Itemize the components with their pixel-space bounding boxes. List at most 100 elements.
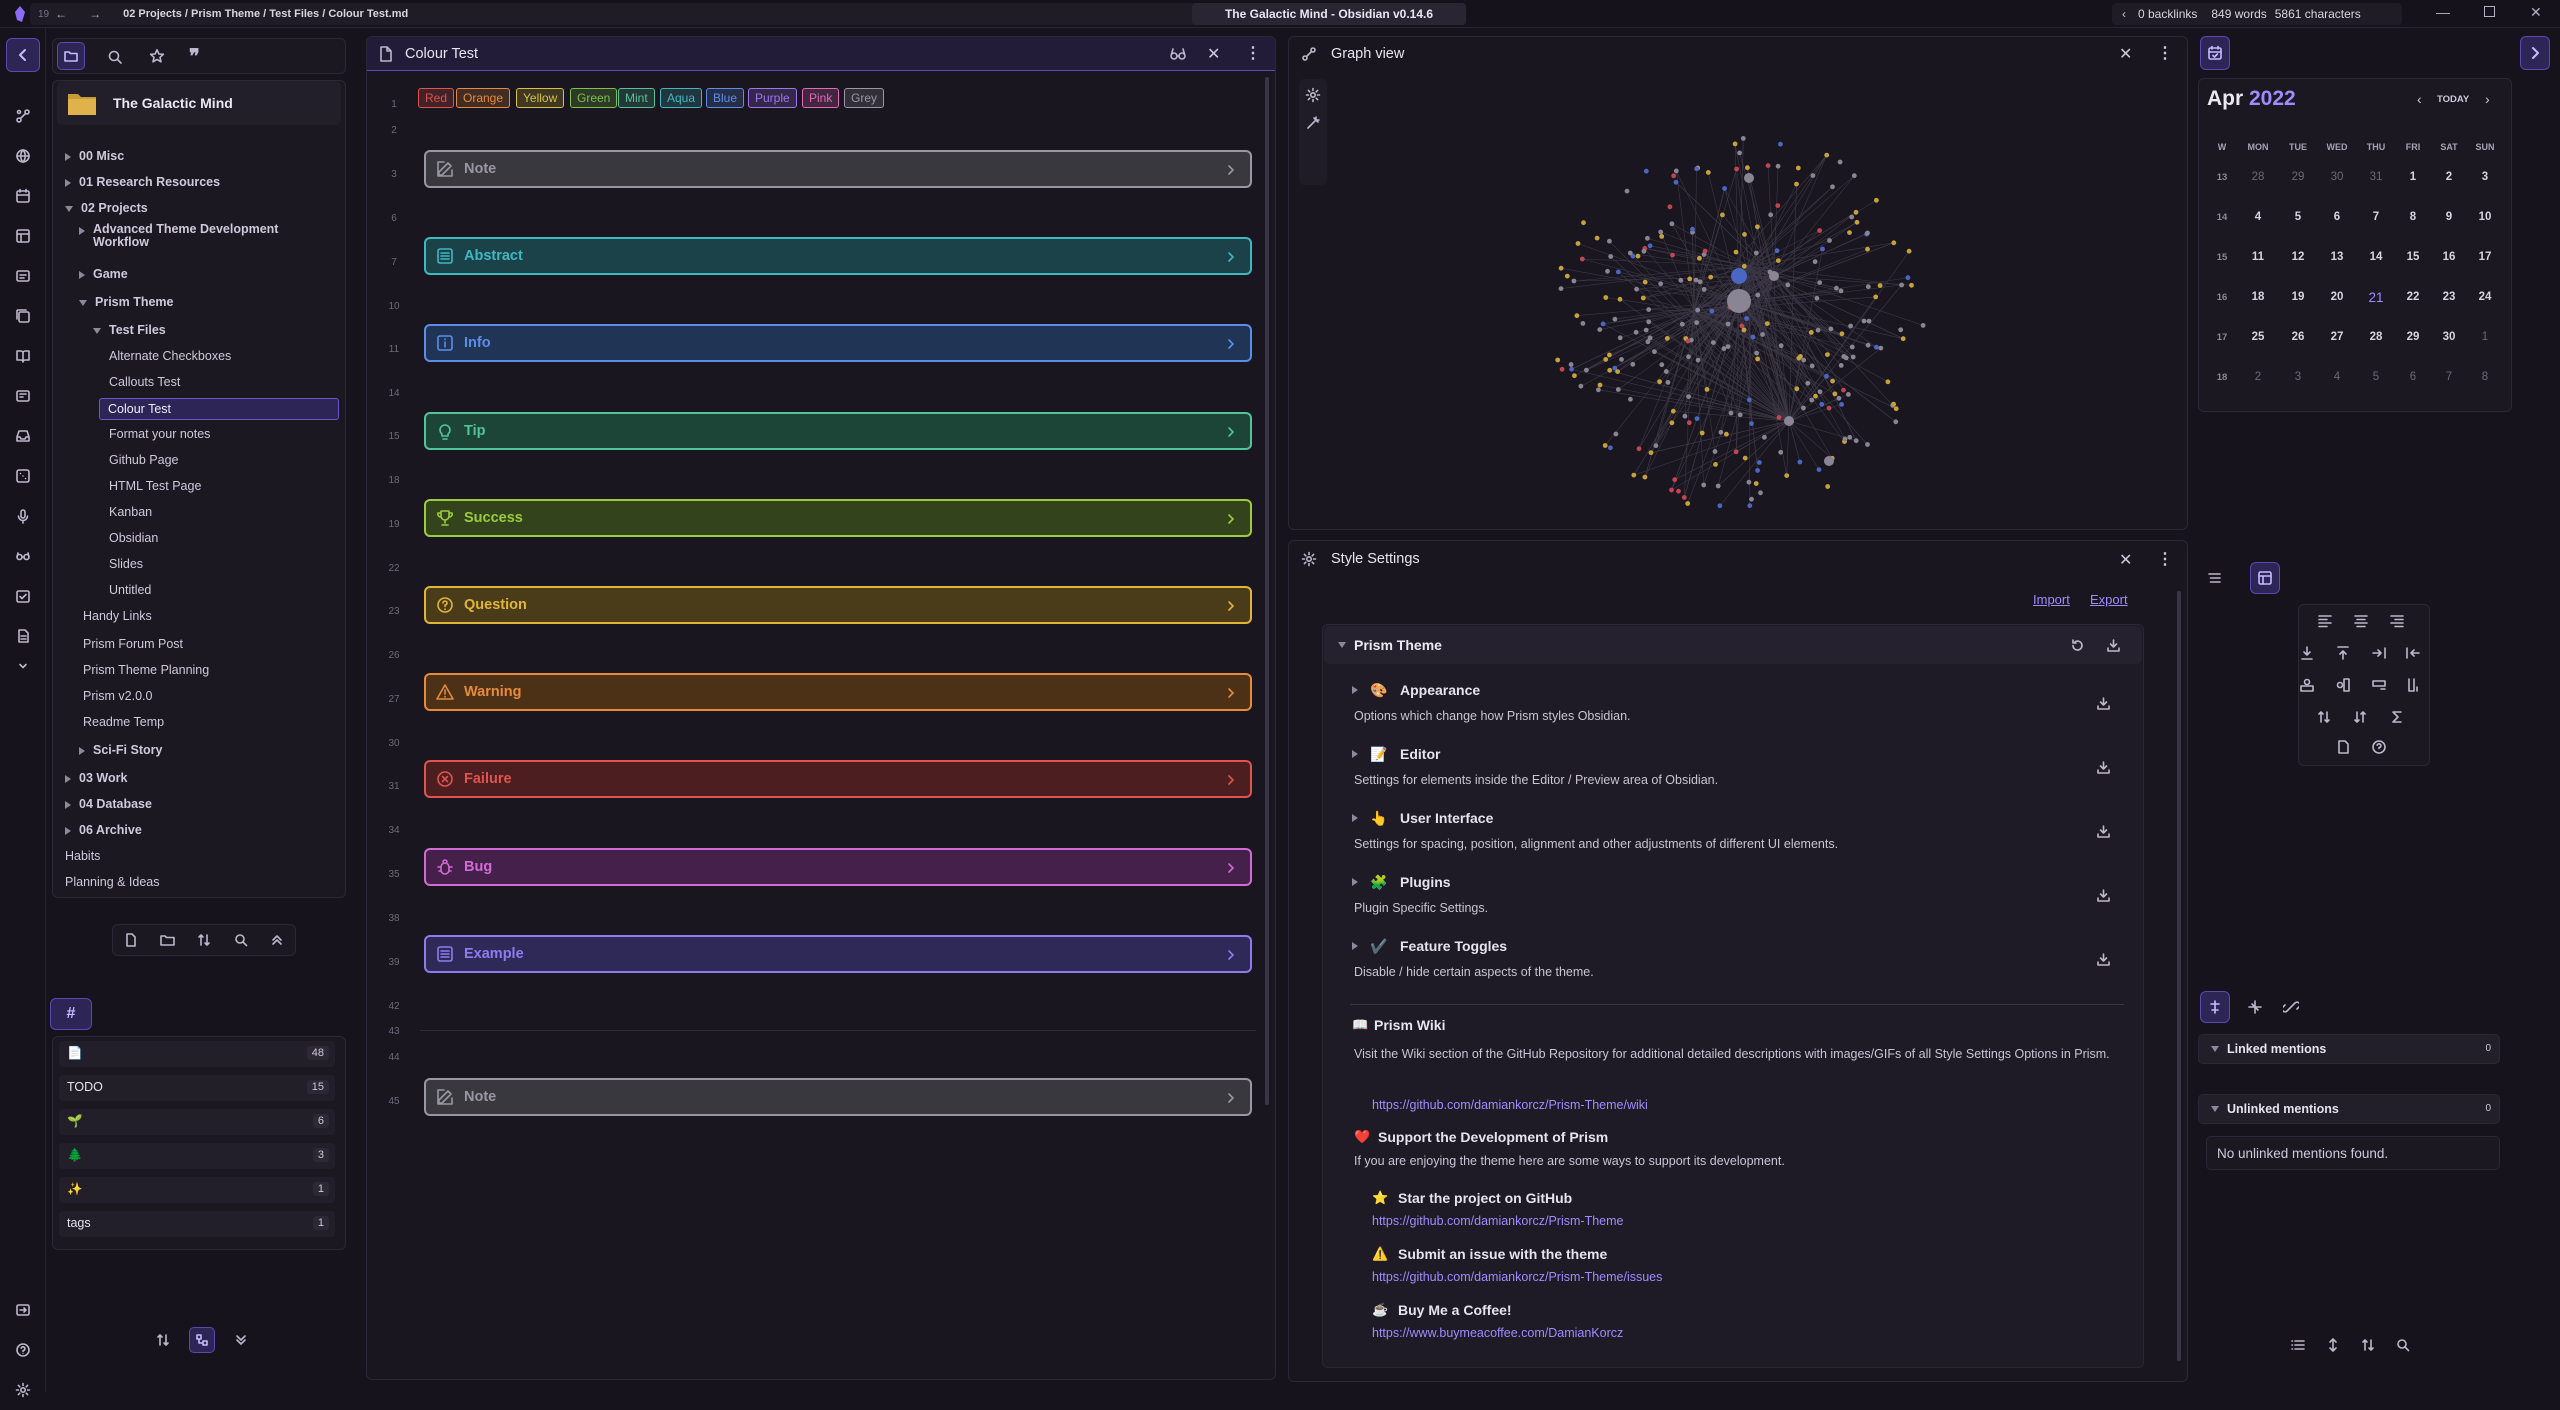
calendar-day[interactable]: 26 [2281,331,2315,343]
calendar-day[interactable]: 27 [2320,331,2354,343]
colour-tag[interactable]: Mint [618,88,655,108]
calendar-day[interactable]: 16 [2432,251,2466,263]
callout-note[interactable]: Note [424,150,1252,188]
minimize-button[interactable]: — [2436,4,2450,20]
download-icon[interactable] [2106,638,2121,653]
dice-icon[interactable] [0,456,46,496]
calendar-day[interactable]: 2 [2432,171,2466,183]
graph-settings-icon[interactable] [1305,87,1321,103]
editor-scrollbar[interactable] [1265,77,1269,1105]
reset-icon[interactable] [2070,638,2085,653]
settings-more-icon[interactable]: ⋮ [2157,549,2173,569]
file-item[interactable]: HTML Test Page [109,479,201,493]
outline-tab-icon[interactable] [2200,562,2230,594]
tag-row[interactable]: 📄48 [59,1041,335,1067]
file-item[interactable]: Handy Links [83,609,152,623]
calendar-day[interactable]: 21 [2359,290,2393,305]
file-item[interactable]: Github Page [109,453,179,467]
export-section-icon[interactable] [2096,952,2111,967]
folder-item[interactable]: Advanced Theme Development Workflow [79,223,313,249]
calendar-day[interactable]: 3 [2468,171,2502,183]
calendar-day[interactable]: 7 [2359,211,2393,223]
file-item[interactable]: Prism v2.0.0 [83,689,152,703]
support-item-link[interactable]: https://github.com/damiankorcz/Prism-The… [1372,1214,1623,1228]
callout-bug[interactable]: Bug [424,848,1252,886]
calendar-day[interactable]: 6 [2320,211,2354,223]
callout-info[interactable]: Info [424,324,1252,362]
calendar-day[interactable]: 11 [2241,251,2275,263]
tag-row[interactable]: 🌲3 [59,1143,335,1169]
calendar-day[interactable]: 3 [2281,371,2315,383]
copy-icon[interactable] [0,296,46,336]
calendar-day[interactable]: 29 [2281,171,2315,183]
calendar-day[interactable]: 13 [2320,251,2354,263]
forward-arrow-icon[interactable]: → [89,7,101,21]
file-item[interactable]: Planning & Ideas [65,875,160,889]
collapse-all-icon[interactable] [270,933,284,947]
calendar-day[interactable]: 29 [2396,331,2430,343]
file-item[interactable]: Colour Test [99,398,339,420]
insert-row-below-icon[interactable] [2299,645,2319,665]
folder-item[interactable]: 03 Work [65,771,127,785]
calendar-day[interactable]: 30 [2432,331,2466,343]
calendar-day[interactable]: 12 [2281,251,2315,263]
calendar-day[interactable]: 19 [2281,291,2315,303]
folder-item[interactable]: 01 Research Resources [65,175,220,189]
calendar-day[interactable]: 4 [2241,211,2275,223]
file-item[interactable]: Callouts Test [109,375,180,389]
globe-icon[interactable] [0,136,46,176]
calendar-day[interactable]: 8 [2396,211,2430,223]
folder-item[interactable]: Sci-Fi Story [79,743,162,757]
graph-view-icon[interactable] [0,96,46,136]
document-icon[interactable] [0,616,46,656]
calendar-day[interactable]: 30 [2320,171,2354,183]
expand-all-icon[interactable] [234,1333,248,1347]
file-item[interactable]: Slides [109,557,143,571]
checklist-icon[interactable] [0,576,46,616]
animate-graph-icon[interactable] [1305,115,1321,131]
calendar-day[interactable]: 24 [2468,291,2502,303]
calendar-day[interactable]: 17 [2468,251,2502,263]
folder-item[interactable]: 04 Database [65,797,152,811]
backlinks-tab-icon[interactable] [2200,991,2230,1023]
calendar-day[interactable]: 1 [2468,331,2502,343]
wiki-link[interactable]: https://github.com/damiankorcz/Prism-The… [1372,1098,1648,1112]
glasses-icon[interactable] [0,536,46,576]
move-row-icon[interactable] [2371,677,2391,697]
tag-row[interactable]: TODO15 [59,1075,335,1101]
calendar-week-number[interactable]: 15 [2205,252,2239,263]
calendar-day[interactable]: 5 [2281,211,2315,223]
kanban-icon[interactable] [0,216,46,256]
tag-row[interactable]: 🌱6 [59,1109,335,1135]
calendar-day[interactable]: 23 [2432,291,2466,303]
insert-row-above-icon[interactable] [2335,645,2355,665]
search-backlinks-icon[interactable] [2396,1338,2410,1352]
file-item[interactable]: Kanban [109,505,152,519]
colour-tag[interactable]: Green [570,88,617,108]
collapse-sidebar-button[interactable] [6,38,40,72]
calendar-day[interactable]: 9 [2432,211,2466,223]
support-item-link[interactable]: https://github.com/damiankorcz/Prism-The… [1372,1270,1662,1284]
align-left-icon[interactable] [2317,613,2337,633]
slides-icon[interactable] [0,256,46,296]
file-item[interactable]: Habits [65,849,100,863]
calendar-day[interactable]: 2 [2241,371,2275,383]
align-right-icon[interactable] [2389,613,2409,633]
hashtag-tab-icon[interactable]: # [50,998,92,1030]
star-icon[interactable] [149,48,165,64]
calendar-day[interactable]: 4 [2320,371,2354,383]
callout-tip[interactable]: Tip [424,412,1252,450]
file-item[interactable]: Prism Forum Post [83,637,183,651]
support-item-link[interactable]: https://www.buymeacoffee.com/DamianKorcz [1372,1326,1623,1340]
calendar-day[interactable]: 14 [2359,251,2393,263]
callout-success[interactable]: Success [424,499,1252,537]
colour-tag[interactable]: Red [418,88,454,108]
close-tab-icon[interactable]: ✕ [1207,44,1220,64]
file-item[interactable]: Obsidian [109,531,158,545]
calendar-today-button[interactable]: TODAY [2437,94,2469,105]
quote-icon[interactable]: ❞ [189,44,200,69]
colour-tag[interactable]: Yellow [516,88,564,108]
graph-more-icon[interactable]: ⋮ [2157,43,2173,63]
calendar-icon[interactable] [0,176,46,216]
reading-view-icon[interactable] [1169,46,1187,62]
